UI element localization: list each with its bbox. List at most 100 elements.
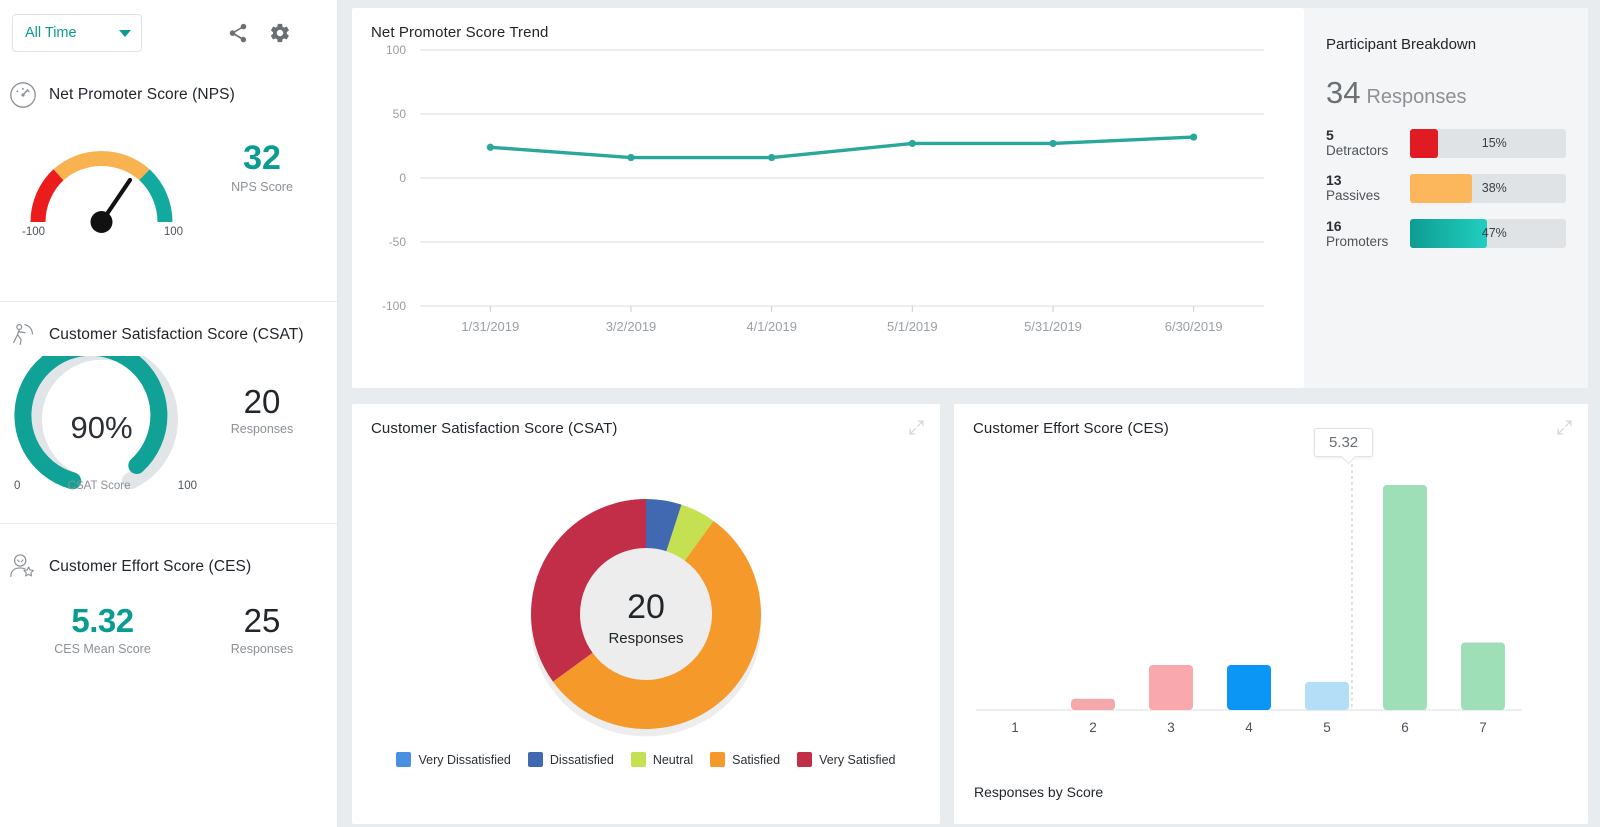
- breakdown-row-label: 5Detractors: [1326, 127, 1410, 159]
- y-axis-tick-label: -100: [382, 299, 406, 313]
- legend-swatch: [528, 752, 543, 767]
- kpi-title-row-nps: Net Promoter Score (NPS): [0, 72, 337, 110]
- breakdown-bar-track: 47%: [1410, 219, 1566, 248]
- header-icon-group: [227, 22, 321, 44]
- y-axis-tick-label: 50: [393, 107, 407, 121]
- ces-responses-label: Responses: [205, 642, 319, 656]
- breakdown-rows: 5Detractors 15% 13Passives 38% 16Promoters 47…: [1326, 127, 1566, 250]
- ces-bar[interactable]: [1305, 682, 1349, 710]
- breakdown-bar-fill: [1410, 129, 1438, 158]
- nps-trend-chart: 100500-50-1001/31/20193/2/20194/1/20195/…: [358, 36, 1288, 366]
- kpi-card-nps: Net Promoter Score (NPS) -100 100: [0, 62, 337, 302]
- date-range-value: All Time: [25, 25, 77, 41]
- csat-value-block: 20 Responses: [205, 385, 337, 473]
- legend-swatch: [631, 752, 646, 767]
- donut-center-value: 20: [627, 588, 665, 626]
- ces-responses-value: 25: [205, 604, 319, 639]
- breakdown-row-name: Promoters: [1326, 234, 1410, 250]
- ces-x-tick-label: 6: [1401, 720, 1409, 735]
- sidebar-header: All Time: [0, 0, 337, 62]
- date-range-select[interactable]: All Time: [12, 14, 142, 52]
- x-axis-tick-label: 4/1/2019: [746, 319, 797, 334]
- breakdown-row-count: 13: [1326, 172, 1410, 188]
- csat-gauge-caption: CSAT Score: [68, 480, 131, 492]
- share-icon[interactable]: [227, 22, 249, 44]
- trend-data-point: [627, 154, 634, 161]
- trend-data-point: [1190, 133, 1197, 140]
- breakdown-row: 16Promoters 47%: [1326, 218, 1566, 250]
- nps-trend-card: Net Promoter Score Trend 100500-50-1001/…: [352, 8, 1304, 388]
- ces-x-tick-label: 4: [1245, 720, 1253, 735]
- breakdown-bar-percent: 38%: [1482, 181, 1507, 195]
- trend-line: [490, 137, 1193, 157]
- bottom-row: Customer Satisfaction Score (CSAT) 20Res…: [352, 404, 1588, 824]
- csat-gauge-center-value: 90%: [70, 410, 132, 445]
- y-axis-tick-label: 0: [399, 171, 406, 185]
- top-row: Net Promoter Score Trend 100500-50-1001/…: [352, 8, 1588, 388]
- legend-label: Very Dissatisfied: [418, 753, 510, 767]
- kpi-body-ces: 5.32 CES Mean Score 25 Responses: [0, 604, 337, 656]
- csat-chart-title: Customer Satisfaction Score (CSAT): [352, 404, 940, 437]
- ces-chart-card: Customer Effort Score (CES) 1234567 5.32…: [954, 404, 1588, 824]
- trend-data-point: [487, 144, 494, 151]
- ces-marker-value: 5.32: [1329, 434, 1358, 451]
- ces-bar[interactable]: [1227, 665, 1271, 710]
- kpi-card-ces: Customer Effort Score (CES) 5.32 CES Mea…: [0, 524, 337, 674]
- ces-bar-chart: 1234567: [964, 428, 1534, 758]
- y-axis-tick-label: 100: [386, 43, 406, 57]
- ces-marker-tooltip: 5.32: [1314, 428, 1373, 457]
- legend-label: Neutral: [653, 753, 693, 767]
- breakdown-row-name: Detractors: [1326, 143, 1410, 159]
- ces-bar[interactable]: [1383, 485, 1427, 710]
- x-axis-tick-label: 1/31/2019: [461, 319, 519, 334]
- breakdown-row-count: 5: [1326, 127, 1410, 143]
- kpi-title-nps: Net Promoter Score (NPS): [49, 86, 235, 104]
- ces-bar[interactable]: [1149, 665, 1193, 710]
- x-axis-tick-label: 6/30/2019: [1165, 319, 1223, 334]
- nps-gauge-scale: -100 100: [0, 226, 205, 238]
- breakdown-bar-track: 15%: [1410, 129, 1566, 158]
- legend-item[interactable]: Dissatisfied: [528, 752, 614, 767]
- csat-gauge-scale: 0 CSAT Score 100: [0, 480, 205, 492]
- nps-value-block: 32 NPS Score: [205, 141, 337, 220]
- nps-gauge-min: -100: [22, 226, 45, 238]
- csat-legend: Very Dissatisfied Dissatisfied Neutral Sati…: [352, 752, 940, 767]
- x-axis-tick-label: 5/31/2019: [1024, 319, 1082, 334]
- breakdown-total-label: Responses: [1366, 86, 1466, 109]
- kpi-title-ces: Customer Effort Score (CES): [49, 558, 251, 576]
- ces-x-tick-label: 5: [1323, 720, 1331, 735]
- kpi-body-csat: 90% 0 CSAT Score 100 20 Responses: [0, 356, 337, 501]
- expand-icon[interactable]: [907, 418, 926, 437]
- breakdown-bar-percent: 47%: [1482, 226, 1507, 240]
- ces-bar[interactable]: [1071, 699, 1115, 710]
- ces-mean-label: CES Mean Score: [0, 642, 205, 656]
- ces-responses-block: 25 Responses: [205, 604, 337, 656]
- legend-item[interactable]: Neutral: [631, 752, 693, 767]
- csat-gauge-min: 0: [14, 480, 20, 492]
- breakdown-bar-percent: 15%: [1482, 136, 1507, 150]
- breakdown-bar-track: 38%: [1410, 174, 1566, 203]
- kpi-body-nps: -100 100 32 NPS Score: [0, 122, 337, 239]
- legend-item[interactable]: Very Dissatisfied: [396, 752, 510, 767]
- kpi-title-csat: Customer Satisfaction Score (CSAT): [49, 326, 304, 344]
- breakdown-row-label: 13Passives: [1326, 172, 1410, 204]
- ces-bar[interactable]: [1461, 643, 1505, 711]
- expand-icon[interactable]: [1555, 418, 1574, 437]
- csat-donut-chart: 20Responses: [476, 464, 816, 764]
- trend-data-point: [768, 154, 775, 161]
- trend-data-point: [909, 140, 916, 147]
- ces-mean-block: 5.32 CES Mean Score: [0, 604, 205, 656]
- participant-breakdown-title: Participant Breakdown: [1326, 36, 1566, 53]
- legend-swatch: [396, 752, 411, 767]
- legend-item[interactable]: Satisfied: [710, 752, 780, 767]
- kpi-title-row-csat: Customer Satisfaction Score (CSAT): [0, 312, 337, 350]
- legend-item[interactable]: Very Satisfied: [797, 752, 895, 767]
- csat-gauge: 90% 0 CSAT Score 100: [0, 356, 205, 501]
- breakdown-row-name: Passives: [1326, 188, 1410, 204]
- gear-icon[interactable]: [269, 22, 291, 44]
- breakdown-row-label: 16Promoters: [1326, 218, 1410, 250]
- csat-chart-card: Customer Satisfaction Score (CSAT) 20Res…: [352, 404, 940, 824]
- nps-score-value: 32: [205, 141, 319, 177]
- nps-score-label: NPS Score: [205, 180, 319, 194]
- legend-swatch: [710, 752, 725, 767]
